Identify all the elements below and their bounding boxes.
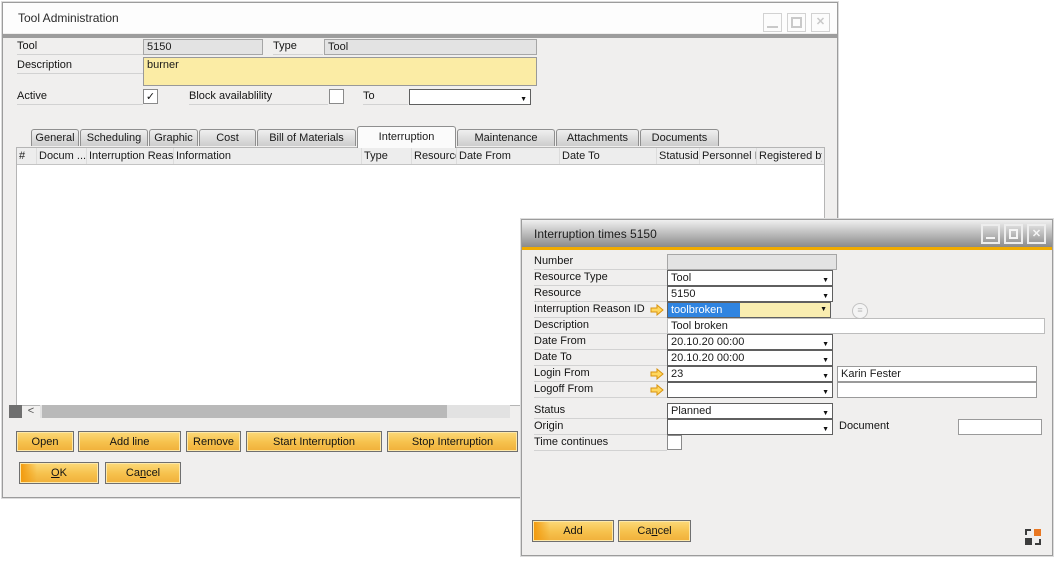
column-header-resource[interactable]: Resource: [412, 148, 457, 164]
dialog-cancel-button[interactable]: Cancel: [618, 520, 691, 542]
resource-type-dropdown[interactable]: Tool▼: [667, 270, 833, 286]
cancel-button[interactable]: Cancel: [105, 462, 181, 484]
interruption-reason-id-combo[interactable]: toolbroken ▼: [667, 302, 831, 318]
resource-label: Resource: [534, 287, 667, 302]
time-continues-checkbox[interactable]: [667, 435, 682, 450]
document-field[interactable]: [958, 419, 1042, 435]
link-arrow-icon[interactable]: [650, 368, 664, 380]
time-continues-label: Time continues: [534, 436, 667, 451]
link-arrow-icon[interactable]: [650, 384, 664, 396]
open-button[interactable]: Open: [16, 431, 74, 452]
date-to-label: Date To: [534, 351, 667, 366]
tab-bill-of-materials[interactable]: Bill of Materials: [257, 129, 356, 146]
add-button[interactable]: Add: [532, 520, 614, 542]
type-field[interactable]: Tool: [324, 39, 537, 55]
scrollbar-splitter[interactable]: [9, 405, 22, 418]
tab-cost[interactable]: Cost: [199, 129, 256, 146]
column-header-registered-by[interactable]: Registered by: [757, 148, 822, 164]
tab-scheduling[interactable]: Scheduling: [80, 129, 148, 146]
origin-label: Origin: [534, 420, 667, 435]
column-header-date-to[interactable]: Date To: [560, 148, 657, 164]
add-line-button[interactable]: Add line: [78, 431, 181, 452]
block-availability-checkbox[interactable]: [329, 89, 344, 104]
tab-general[interactable]: General: [31, 129, 79, 146]
tab-attachments[interactable]: Attachments: [556, 129, 639, 146]
column-header-type[interactable]: Type: [362, 148, 412, 164]
logoff-person-field[interactable]: [837, 382, 1037, 398]
close-icon[interactable]: ✕: [811, 13, 830, 32]
column-header-number[interactable]: #: [17, 148, 37, 164]
login-from-dropdown[interactable]: 23▼: [667, 366, 833, 382]
status-label: Status: [534, 404, 667, 419]
tab-interruption[interactable]: Interruption: [357, 126, 456, 148]
tab-graphic[interactable]: Graphic: [149, 129, 198, 146]
link-arrow-icon[interactable]: [650, 304, 664, 316]
date-to-dropdown[interactable]: 20.10.20 00:00▼: [667, 350, 833, 366]
resource-type-label: Resource Type: [534, 271, 667, 286]
accent-bar: [522, 247, 1052, 250]
selected-text: toolbroken: [668, 303, 740, 317]
status-dropdown[interactable]: Planned▼: [667, 403, 833, 419]
resource-dropdown[interactable]: 5150▼: [667, 286, 833, 302]
maximize-icon[interactable]: [787, 13, 806, 32]
dialog-description-label: Description: [534, 319, 667, 334]
column-header-statusid[interactable]: Statusid: [657, 148, 700, 164]
minimize-icon[interactable]: [763, 13, 782, 32]
type-label: Type: [273, 40, 323, 55]
tab-documents[interactable]: Documents: [640, 129, 719, 146]
screen: Tool Administration ✕ Tool 5150 Type Too…: [0, 0, 1061, 566]
remove-button[interactable]: Remove: [186, 431, 241, 452]
login-person-field[interactable]: Karin Fester: [837, 366, 1037, 382]
date-from-label: Date From: [534, 335, 667, 350]
origin-dropdown[interactable]: ▼: [667, 419, 833, 435]
resize-grip-icon[interactable]: [1024, 528, 1042, 546]
chevron-down-icon: ▼: [822, 423, 829, 437]
main-title-bar[interactable]: Tool Administration ✕: [3, 3, 837, 33]
tool-label: Tool: [17, 40, 143, 55]
column-header-information[interactable]: Information: [174, 148, 362, 164]
tool-field[interactable]: 5150: [143, 39, 263, 55]
column-header-personnel-id[interactable]: Personnel II: [700, 148, 757, 164]
column-header-date-from[interactable]: Date From: [457, 148, 560, 164]
main-window-title: Tool Administration: [18, 11, 119, 25]
active-label: Active: [17, 90, 143, 105]
title-separator: [3, 34, 837, 38]
dialog-title: Interruption times 5150: [534, 227, 657, 241]
logoff-from-dropdown[interactable]: ▼: [667, 382, 833, 398]
tab-maintenance-orders[interactable]: Maintenance orders: [457, 129, 555, 146]
close-icon[interactable]: ✕: [1027, 224, 1046, 244]
ok-button[interactable]: OK: [19, 462, 99, 484]
chevron-down-icon: ▼: [822, 386, 829, 400]
stop-interruption-button[interactable]: Stop Interruption: [387, 431, 518, 452]
column-header-document[interactable]: Docum ...: [37, 148, 87, 164]
description-field[interactable]: burner: [143, 57, 537, 86]
to-label: To: [363, 90, 408, 105]
document-label: Document: [839, 420, 939, 434]
number-field[interactable]: [667, 254, 837, 270]
block-availability-label: Block availablility: [189, 90, 328, 105]
column-header-interruption-reason[interactable]: Interruption Reaso: [87, 148, 174, 164]
context-menu-icon[interactable]: ≡: [852, 303, 868, 319]
scroll-left-icon[interactable]: <: [24, 405, 38, 418]
login-from-label: Login From: [534, 367, 667, 382]
horizontal-scrollbar-thumb[interactable]: [42, 405, 447, 418]
chevron-down-icon: ▼: [820, 306, 827, 313]
description-label: Description: [17, 59, 143, 74]
dialog-description-field[interactable]: Tool broken: [667, 318, 1045, 334]
date-from-dropdown[interactable]: 20.10.20 00:00▼: [667, 334, 833, 350]
table-header-row: # Docum ... Interruption Reaso Informati…: [17, 148, 824, 165]
logoff-from-label: Logoff From: [534, 383, 667, 398]
minimize-icon[interactable]: [981, 224, 1000, 244]
maximize-icon[interactable]: [1004, 224, 1023, 244]
to-dropdown[interactable]: ▼: [409, 89, 531, 105]
dialog-title-bar[interactable]: Interruption times 5150 ✕: [522, 220, 1052, 247]
active-checkbox[interactable]: ✓: [143, 89, 158, 104]
start-interruption-button[interactable]: Start Interruption: [246, 431, 382, 452]
interruption-reason-id-label: Interruption Reason ID: [534, 303, 667, 318]
interruption-times-dialog: Interruption times 5150 ✕ Number Resourc…: [521, 219, 1053, 556]
chevron-down-icon: ▼: [520, 93, 527, 107]
number-label: Number: [534, 255, 667, 270]
